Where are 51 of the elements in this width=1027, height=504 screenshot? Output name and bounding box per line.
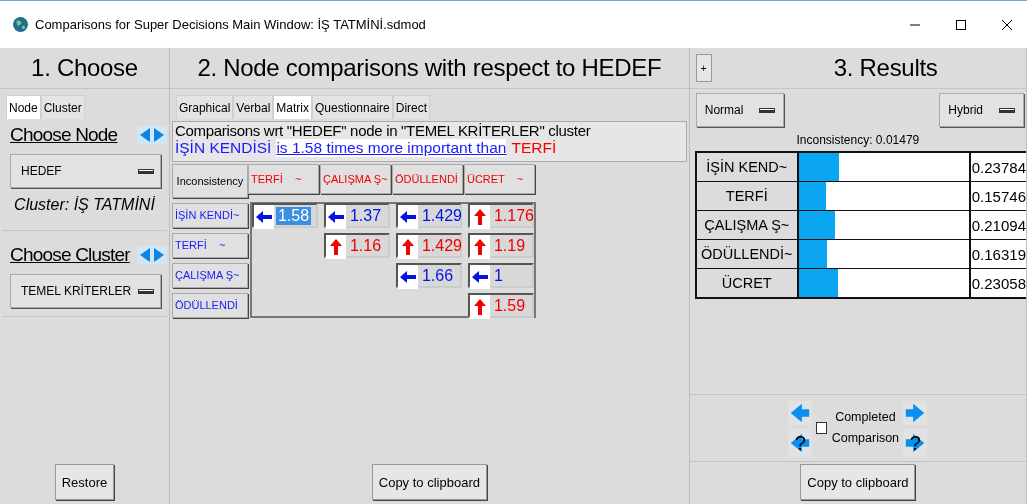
row-header[interactable]: TERFİ ~ bbox=[171, 233, 248, 258]
row-node-name: İŞİN KENDİSİ bbox=[174, 139, 272, 157]
node-name: ÖDÜLLENDİ~ bbox=[701, 246, 793, 262]
comparison-value-field[interactable]: 1 bbox=[491, 266, 505, 285]
restore-button[interactable]: Restore bbox=[54, 464, 115, 500]
priority-value: 0.16319 bbox=[970, 240, 1026, 268]
completed-comparison-label: Completed Comparison bbox=[831, 409, 900, 447]
comparison-sentence: is 1.58 times more important than bbox=[276, 139, 507, 157]
window-title: Comparisons for Super Decisions Main Window: İŞ TATMİNİ.sdmod bbox=[35, 17, 426, 32]
panel-heading: 2. Node comparisons with respect to HEDEF bbox=[197, 54, 662, 82]
copy-button[interactable]: Copy to clipboard bbox=[800, 464, 916, 500]
panel-heading: 1. Choose bbox=[31, 54, 138, 82]
node-dropdown[interactable]: HEDEF bbox=[10, 154, 161, 188]
priority-value: 0.23784 bbox=[970, 153, 1026, 181]
node-name: ÇALIŞMA Ş~ bbox=[704, 217, 790, 233]
mode-dropdown[interactable]: Normal bbox=[695, 93, 785, 127]
node-name: İŞİN KEND~ bbox=[706, 159, 788, 175]
choose-cluster-label: Choose Cluster bbox=[10, 244, 130, 266]
method-dropdown[interactable]: Hybrid bbox=[939, 93, 1024, 127]
inconsistency-button[interactable]: Inconsistency bbox=[171, 164, 248, 198]
node-name: TERFİ bbox=[725, 188, 768, 204]
row-header[interactable]: İŞİN KENDİ~ bbox=[171, 203, 248, 228]
column-header[interactable]: TERFİ ~ bbox=[247, 164, 319, 194]
tab[interactable]: Cluster bbox=[40, 95, 85, 119]
priority-value: 0.15746 bbox=[970, 182, 1026, 210]
column-header[interactable]: ÇALIŞMA Ş~ bbox=[319, 164, 391, 194]
row-header[interactable]: ÇALIŞMA Ş~ bbox=[171, 263, 248, 288]
comparison-value-field[interactable]: 1.58 bbox=[275, 206, 312, 225]
column-header[interactable]: ÖDÜLLENDİ bbox=[391, 164, 463, 194]
priority-value: 0.23058 bbox=[970, 269, 1026, 297]
row-header[interactable]: ÖDÜLLENDİ bbox=[171, 293, 248, 318]
tab[interactable]: Graphical bbox=[175, 95, 234, 119]
comparison-title: Comparisons wrt "HEDEF" node in "TEMEL KRİTERLER" cluster bbox=[174, 122, 592, 139]
tab[interactable]: Direct bbox=[392, 95, 431, 119]
column-header[interactable]: ÜCRET ~ bbox=[463, 164, 535, 194]
tab[interactable]: Node bbox=[6, 95, 41, 119]
next-unanswered-button[interactable]: ? bbox=[903, 429, 928, 457]
copy-button[interactable]: Copy to clipboard bbox=[371, 464, 487, 500]
expand-button[interactable]: + bbox=[695, 54, 712, 82]
tab[interactable]: Matrix bbox=[273, 95, 312, 119]
choose-node-label: Choose Node bbox=[10, 124, 118, 146]
node-name: ÜCRET bbox=[721, 275, 772, 291]
previous-unanswered-button[interactable]: ? bbox=[788, 429, 813, 457]
inconsistency-value: Inconsistency: 0.01479 bbox=[795, 133, 921, 147]
column-node-name: TERFİ bbox=[511, 139, 557, 157]
tab[interactable]: Verbal bbox=[233, 95, 274, 119]
priority-value: 0.21094 bbox=[970, 211, 1026, 239]
panel-heading: 3. Results bbox=[833, 54, 938, 82]
cluster-dropdown[interactable]: TEMEL KRİTERLER bbox=[10, 274, 161, 308]
tab[interactable]: Questionnaire bbox=[312, 95, 393, 119]
cluster-label: Cluster: İŞ TATMİNİ bbox=[13, 195, 156, 215]
